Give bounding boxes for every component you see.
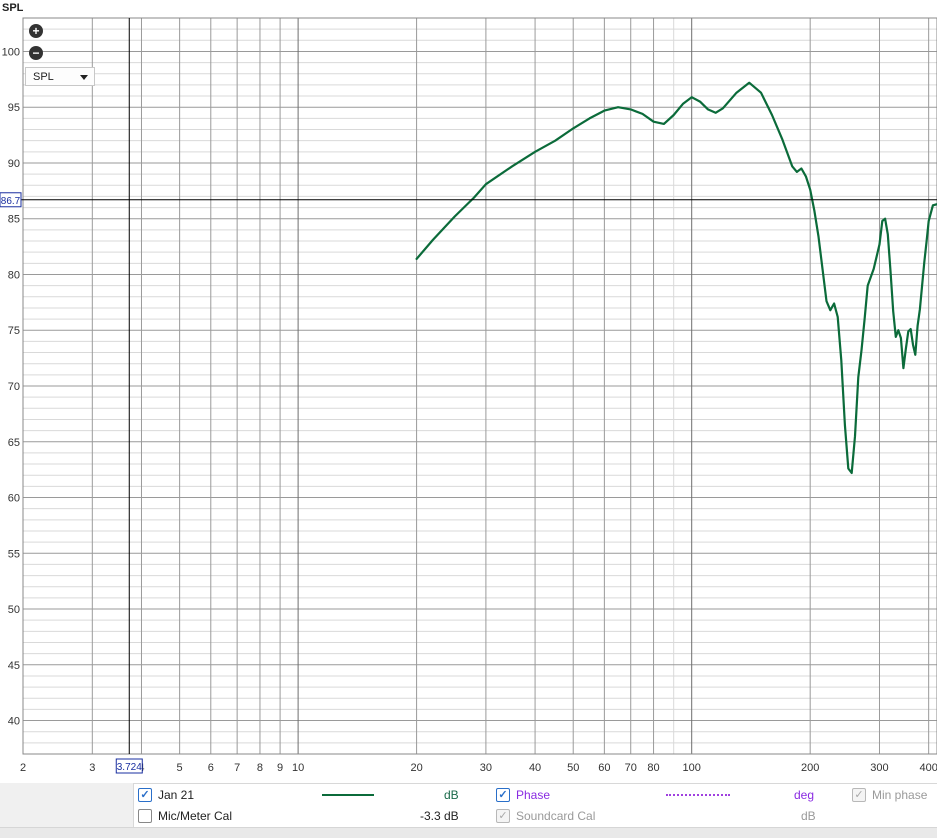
y-tick-label: 90: [8, 158, 20, 170]
x-tick-label: 70: [625, 762, 637, 774]
x-tick-label: 6: [208, 762, 214, 774]
chevron-down-icon: [80, 75, 88, 80]
legend-panel: ✓ Jan 21 dB ✓ Phase deg ✓ Min phase Mic/…: [133, 783, 937, 828]
x-tick-label: 50: [567, 762, 579, 774]
phase-label: Phase: [516, 788, 551, 802]
chart-title: SPL: [2, 2, 24, 14]
y-tick-label: 45: [8, 660, 20, 672]
y-tick-label: 95: [8, 102, 20, 114]
y-tick-label: 85: [8, 214, 20, 226]
soundcard-cal-unit: dB: [801, 809, 816, 823]
x-tick-label: 5: [177, 762, 183, 774]
x-tick-label: 300: [870, 762, 888, 774]
y-tick-label: 80: [8, 269, 20, 281]
y-tick-label: 65: [8, 437, 20, 449]
min-phase-label: Min phase: [872, 788, 928, 802]
jan21-label: Jan 21: [158, 788, 195, 802]
x-tick-label: 20: [410, 762, 422, 774]
plot-area[interactable]: 4045505560657075808590951002345678910203…: [0, 0, 937, 783]
min-phase-checkbox[interactable]: ✓: [852, 788, 866, 802]
y-tick-label: 60: [8, 493, 20, 505]
x-tick-label: 200: [801, 762, 819, 774]
cursor-y-label: 86.7: [1, 196, 21, 207]
x-tick-label: 9: [277, 762, 283, 774]
x-tick-label: 100: [683, 762, 701, 774]
graph-type-select[interactable]: SPL: [25, 67, 95, 86]
soundcard-cal-label: Soundcard Cal: [516, 809, 596, 823]
zoom-in-icon[interactable]: +: [29, 24, 43, 38]
y-tick-label: 55: [8, 548, 20, 560]
mic-cal-value: -3.3 dB: [420, 809, 459, 823]
legend-row-jan21: ✓ Jan 21 dB ✓ Phase deg ✓ Min phase: [134, 784, 937, 805]
series-line: [415, 81, 937, 475]
x-tick-label: 80: [647, 762, 659, 774]
x-tick-label: 7: [234, 762, 240, 774]
zoom-out-icon[interactable]: −: [29, 46, 43, 60]
y-tick-label: 50: [8, 604, 20, 616]
phase-checkbox[interactable]: ✓: [496, 788, 510, 802]
y-tick-label: 75: [8, 325, 20, 337]
phase-unit: deg: [794, 788, 815, 802]
graph-type-value: SPL: [33, 71, 54, 83]
x-tick-label: 30: [480, 762, 492, 774]
x-tick-label: 3: [89, 762, 95, 774]
phase-line-swatch: [666, 794, 730, 796]
jan21-unit: dB: [444, 788, 459, 802]
cursor-x-label: 3.724: [117, 762, 142, 773]
x-tick-label: 40: [529, 762, 541, 774]
status-strip: [0, 827, 937, 838]
jan21-line-swatch: [322, 794, 374, 796]
x-tick-label: 400: [919, 762, 937, 774]
legend-row-mic-cal: Mic/Meter Cal -3.3 dB ✓ Soundcard Cal dB: [134, 805, 937, 826]
x-tick-label: 10: [292, 762, 304, 774]
jan21-checkbox[interactable]: ✓: [138, 788, 152, 802]
mic-cal-label: Mic/Meter Cal: [158, 809, 233, 823]
y-tick-label: 40: [8, 716, 20, 728]
x-tick-label: 8: [257, 762, 263, 774]
x-tick-label: 2: [20, 762, 26, 774]
x-tick-label: 60: [598, 762, 610, 774]
y-tick-label: 100: [2, 46, 20, 58]
mic-cal-checkbox[interactable]: [138, 809, 152, 823]
y-tick-label: 70: [8, 381, 20, 393]
soundcard-cal-checkbox[interactable]: ✓: [496, 809, 510, 823]
spl-chart[interactable]: 4045505560657075808590951002345678910203…: [0, 0, 937, 783]
